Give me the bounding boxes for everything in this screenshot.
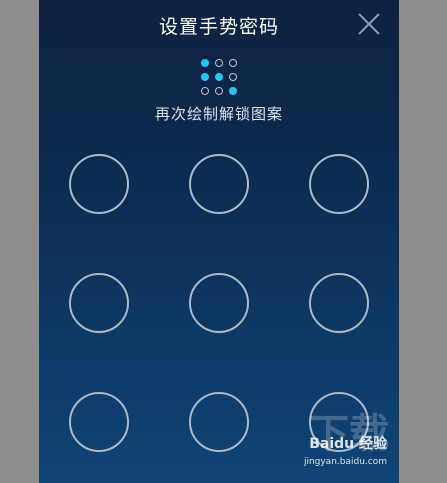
pattern-node[interactable] — [69, 392, 129, 452]
screenshot-frame: 设置手势密码 再次绘制解锁图案 下载 Baidu 经验 jingyan.baid… — [0, 0, 447, 483]
pattern-node[interactable] — [69, 154, 129, 214]
pattern-node[interactable] — [189, 154, 249, 214]
pattern-grid[interactable] — [39, 0, 399, 483]
pattern-node[interactable] — [309, 392, 369, 452]
pattern-node[interactable] — [189, 273, 249, 333]
gesture-lock-screen: 设置手势密码 再次绘制解锁图案 下载 Baidu 经验 jingyan.baid… — [39, 0, 399, 483]
pattern-node[interactable] — [309, 154, 369, 214]
pattern-node[interactable] — [309, 273, 369, 333]
pattern-node[interactable] — [69, 273, 129, 333]
pattern-node[interactable] — [189, 392, 249, 452]
